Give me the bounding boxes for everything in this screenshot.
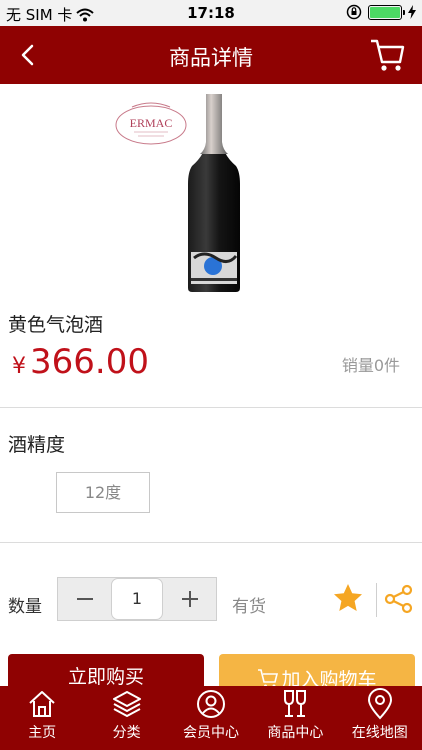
- page-title: 商品详情: [169, 46, 253, 70]
- status-bar: 无 SIM 卡 17:18: [0, 0, 422, 26]
- minus-icon: [76, 598, 93, 600]
- divider: [0, 407, 422, 408]
- increase-button[interactable]: [163, 578, 216, 620]
- tab-home[interactable]: 主页: [0, 686, 84, 750]
- layers-icon: [112, 691, 141, 717]
- tab-label: 分类: [112, 725, 141, 741]
- quantity-label: 数量: [8, 597, 42, 617]
- tab-bar: 主页 分类 会员中心 商品中心 在线地图: [0, 686, 422, 750]
- rotation-lock-icon: [346, 4, 362, 20]
- map-pin-icon: [367, 688, 392, 720]
- spec-label: 酒精度: [8, 434, 66, 456]
- quantity-input[interactable]: 1: [111, 578, 163, 620]
- divider: [376, 583, 377, 617]
- spec-option-12[interactable]: 12度: [56, 472, 150, 513]
- tab-label: 会员中心: [182, 725, 239, 741]
- stock-status: 有货: [232, 597, 266, 617]
- product-price: ¥ 366.00: [12, 342, 149, 382]
- tab-label: 商品中心: [267, 725, 324, 741]
- wine-bottle-image: [188, 94, 240, 292]
- tab-member-center[interactable]: 会员中心: [169, 686, 253, 750]
- charging-icon: [408, 5, 416, 19]
- brand-logo: ERMAC: [115, 102, 187, 145]
- quantity-stepper: 1: [57, 577, 217, 621]
- nav-bar: 商品详情: [0, 26, 422, 84]
- sales-count: 销量0件: [341, 356, 400, 375]
- product-name: 黄色气泡酒: [8, 314, 104, 336]
- share-icon[interactable]: [384, 584, 414, 614]
- tab-label: 主页: [28, 725, 57, 741]
- decrease-button[interactable]: [58, 578, 111, 620]
- price-value: 366.00: [30, 342, 149, 382]
- divider: [0, 542, 422, 543]
- status-right: [346, 4, 416, 20]
- home-icon: [29, 691, 55, 717]
- wine-glasses-icon: [284, 690, 307, 717]
- tab-product-center[interactable]: 商品中心: [253, 686, 337, 750]
- tab-category[interactable]: 分类: [84, 686, 168, 750]
- tab-online-map[interactable]: 在线地图: [338, 686, 422, 750]
- plus-icon: [181, 591, 198, 607]
- star-icon[interactable]: [332, 582, 364, 614]
- battery-icon: [368, 4, 405, 20]
- member-icon: [196, 690, 225, 718]
- svg-text:ERMAC: ERMAC: [130, 116, 173, 130]
- currency-symbol: ¥: [12, 354, 26, 379]
- tab-label: 在线地图: [351, 725, 408, 741]
- cart-icon[interactable]: [368, 36, 406, 74]
